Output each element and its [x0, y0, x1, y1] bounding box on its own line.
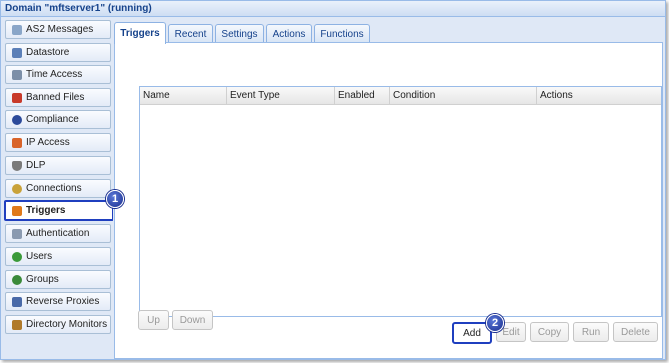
down-button[interactable]: Down	[172, 310, 213, 330]
delete-button[interactable]: Delete	[613, 322, 658, 342]
column-header-actions[interactable]: Actions	[537, 87, 661, 105]
tab-functions[interactable]: Functions	[314, 24, 370, 43]
sidebar-item-banned-files[interactable]: Banned Files	[5, 88, 111, 107]
sidebar-item-time-access[interactable]: Time Access	[5, 65, 111, 84]
main-panel: Triggers Recent Settings Actions Functio…	[113, 18, 663, 359]
firewall-icon	[12, 137, 22, 148]
sidebar-item-dlp[interactable]: DLP	[5, 156, 111, 175]
copy-button[interactable]: Copy	[530, 322, 569, 342]
up-button[interactable]: Up	[138, 310, 169, 330]
trigger-icon	[12, 205, 22, 216]
sidebar-item-connections[interactable]: Connections	[5, 179, 111, 198]
tab-strip: Triggers Recent Settings Actions Functio…	[113, 22, 663, 44]
banned-file-icon	[12, 92, 22, 103]
grid-header: Name Event Type Enabled Condition Action…	[140, 87, 661, 105]
sidebar-item-label: Directory Monitors	[26, 319, 108, 330]
sidebar-item-label: IP Access	[26, 137, 70, 148]
sidebar-item-label: Users	[26, 251, 53, 262]
envelope-icon	[12, 24, 22, 35]
sidebar-item-label: AS2 Messages	[26, 24, 94, 35]
tab-actions[interactable]: Actions	[266, 24, 312, 43]
domain-window: Domain "mftserver1" (running) AS2 Messag…	[0, 0, 666, 360]
group-icon	[12, 274, 22, 285]
tab-triggers[interactable]: Triggers	[114, 22, 166, 44]
sidebar-item-label: Banned Files	[26, 92, 85, 103]
sidebar-item-label: Compliance	[26, 114, 79, 125]
directory-monitor-icon	[12, 319, 22, 330]
sidebar-item-ip-access[interactable]: IP Access	[5, 133, 111, 152]
authentication-icon	[12, 228, 22, 239]
sidebar-item-label: Triggers	[26, 205, 66, 216]
sidebar-item-groups[interactable]: Groups	[5, 270, 111, 289]
sidebar-item-reverse-proxies[interactable]: Reverse Proxies	[5, 292, 111, 311]
column-header-event-type[interactable]: Event Type	[227, 87, 335, 105]
user-icon	[12, 251, 22, 262]
database-icon	[12, 47, 22, 58]
clock-icon	[12, 69, 22, 80]
callout-badge-1: 1	[106, 190, 124, 208]
proxy-icon	[12, 296, 22, 307]
column-header-condition[interactable]: Condition	[390, 87, 537, 105]
sidebar-item-label: Connections	[26, 183, 82, 194]
sidebar-item-datastore[interactable]: Datastore	[5, 43, 111, 62]
sidebar-item-label: Authentication	[26, 228, 90, 239]
column-header-enabled[interactable]: Enabled	[335, 87, 390, 105]
sidebar-item-authentication[interactable]: Authentication	[5, 224, 111, 243]
sidebar-item-directory-monitors[interactable]: Directory Monitors	[5, 315, 111, 334]
sidebar-item-label: DLP	[26, 160, 46, 171]
sidebar-item-label: Datastore	[26, 47, 70, 58]
run-button[interactable]: Run	[573, 322, 609, 342]
callout-badge-2: 2	[486, 314, 504, 332]
column-header-name[interactable]: Name	[140, 87, 227, 105]
sidebar: AS2 Messages Datastore Time Access Banne…	[3, 18, 114, 359]
connections-icon	[12, 183, 22, 194]
sidebar-item-users[interactable]: Users	[5, 247, 111, 266]
person-icon	[12, 114, 22, 125]
sidebar-item-compliance[interactable]: Compliance	[5, 110, 111, 129]
window-title: Domain "mftserver1" (running)	[1, 1, 665, 17]
sidebar-item-label: Time Access	[26, 69, 83, 80]
tab-recent[interactable]: Recent	[168, 24, 213, 43]
shield-icon	[12, 160, 22, 171]
sidebar-item-label: Groups	[26, 274, 59, 285]
sidebar-item-as2-messages[interactable]: AS2 Messages	[5, 20, 111, 39]
sidebar-item-label: Reverse Proxies	[26, 296, 100, 307]
tab-settings[interactable]: Settings	[215, 24, 264, 43]
sidebar-item-triggers[interactable]: Triggers	[4, 200, 114, 221]
triggers-grid: Name Event Type Enabled Condition Action…	[139, 86, 662, 317]
